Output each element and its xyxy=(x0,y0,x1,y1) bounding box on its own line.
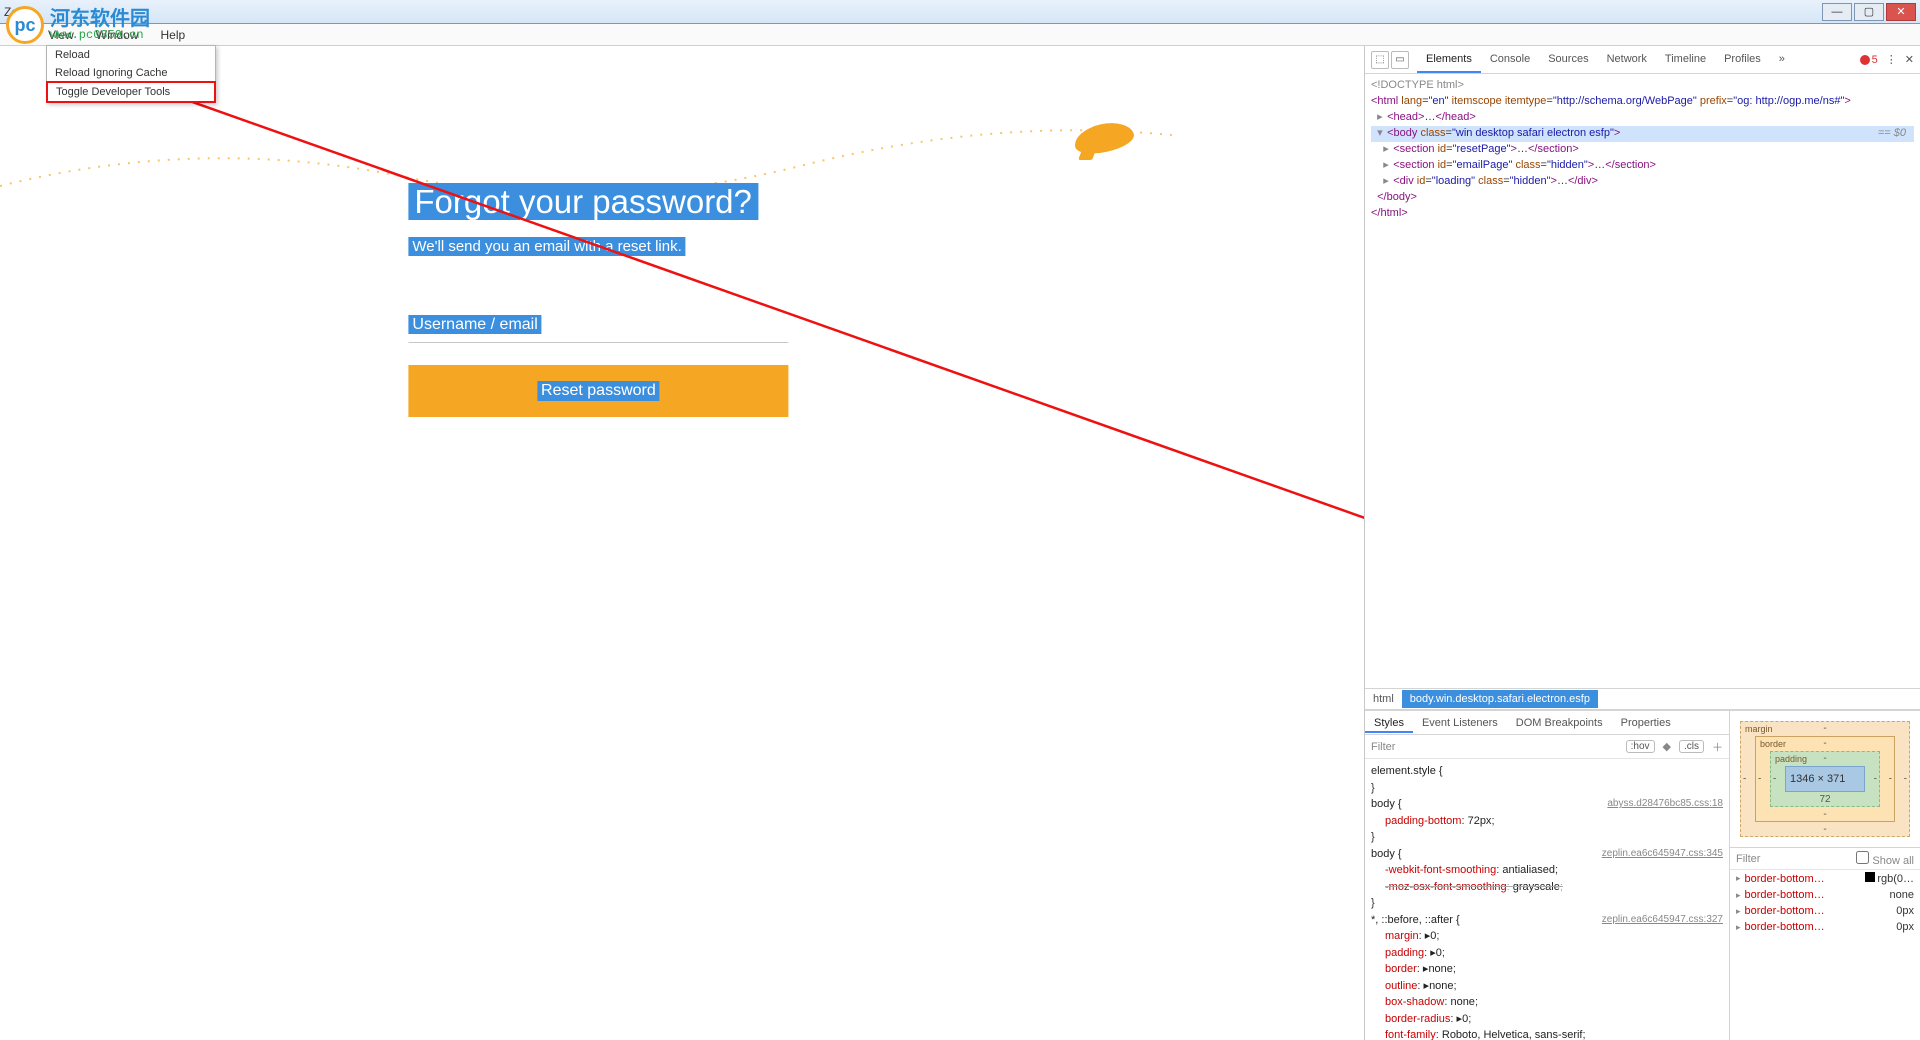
computed-list: Filter Show all ▸border-bottom…rgb(0…▸bo… xyxy=(1730,847,1920,1040)
inspect-icon[interactable]: ⬚ xyxy=(1371,51,1389,69)
menu-item-reload-ignoring-cache[interactable]: Reload Ignoring Cache xyxy=(47,64,215,82)
tab-sources[interactable]: Sources xyxy=(1539,47,1597,73)
window-titlebar: Zeplin — ▢ ✕ xyxy=(0,0,1920,24)
tab-network[interactable]: Network xyxy=(1598,47,1656,73)
css-rule[interactable]: element.style {} xyxy=(1371,763,1723,796)
close-button[interactable]: ✕ xyxy=(1886,3,1916,21)
logo-badge: pc xyxy=(6,6,44,44)
maximize-button[interactable]: ▢ xyxy=(1854,3,1884,21)
logo-text-url: www.pc0359.cn xyxy=(50,29,150,41)
devtools-pane: ⬚ ▭ Elements Console Sources Network Tim… xyxy=(1364,46,1920,1040)
tab-elements[interactable]: Elements xyxy=(1417,47,1481,73)
reset-password-card: Forgot your password? We'll send you an … xyxy=(408,181,788,417)
elements-tree[interactable]: <!DOCTYPE html> <html lang="en" itemscop… xyxy=(1365,74,1920,688)
tab-profiles[interactable]: Profiles xyxy=(1715,47,1770,73)
color-format-icon[interactable]: ◆ xyxy=(1663,740,1671,753)
app-pane: Forgot your password? We'll send you an … xyxy=(0,46,1364,1040)
dom-doctype: <!DOCTYPE html> xyxy=(1371,78,1914,94)
bm-padding-label: padding xyxy=(1775,754,1807,764)
watermark-logo: pc 河东软件园 www.pc0359.cn xyxy=(0,0,220,50)
dom-html-close: </html> xyxy=(1371,206,1914,222)
bm-border-label: border xyxy=(1760,739,1786,749)
view-dropdown: Reload Reload Ignoring Cache Toggle Deve… xyxy=(46,45,216,103)
subtab-event-listeners[interactable]: Event Listeners xyxy=(1413,713,1507,733)
css-rule[interactable]: *, ::before, ::after {zeplin.ea6c645947.… xyxy=(1371,912,1723,1040)
subtab-styles[interactable]: Styles xyxy=(1365,713,1413,733)
crumb-html[interactable]: html xyxy=(1365,690,1402,708)
computed-row[interactable]: ▸border-bottom…0px xyxy=(1730,919,1920,935)
styles-filter-row: Filter :hov ◆ .cls ＋ xyxy=(1365,735,1729,759)
menu-item-toggle-devtools[interactable]: Toggle Developer Tools xyxy=(46,81,216,103)
styles-subtabs: Styles Event Listeners DOM Breakpoints P… xyxy=(1365,711,1729,735)
dom-body-selected[interactable]: ▾<body class="win desktop safari electro… xyxy=(1371,126,1914,142)
error-count-badge[interactable]: 5 xyxy=(1860,54,1878,66)
blimp-icon xyxy=(1074,124,1144,164)
tab-timeline[interactable]: Timeline xyxy=(1656,47,1715,73)
new-rule-icon[interactable]: ＋ xyxy=(1712,739,1723,755)
computed-row[interactable]: ▸border-bottom…none xyxy=(1730,887,1920,903)
reset-password-button[interactable]: Reset password xyxy=(408,365,788,417)
page-title: Forgot your password? xyxy=(408,183,758,220)
username-email-field[interactable]: Username / email xyxy=(408,316,788,343)
styles-rules[interactable]: element.style {}body {abyss.d28476bc85.c… xyxy=(1365,759,1729,1040)
subtab-properties[interactable]: Properties xyxy=(1612,713,1680,733)
logo-text-cn: 河东软件园 xyxy=(50,9,150,29)
dom-section-email[interactable]: ▸<section id="emailPage" class="hidden">… xyxy=(1371,158,1914,174)
computed-filter-label[interactable]: Filter xyxy=(1736,853,1760,865)
css-rule[interactable]: body {zeplin.ea6c645947.css:345-webkit-f… xyxy=(1371,846,1723,912)
field-label: Username / email xyxy=(408,315,541,334)
more-icon[interactable]: ⋮ xyxy=(1886,53,1897,66)
dom-div-loading[interactable]: ▸<div id="loading" class="hidden">…</div… xyxy=(1371,174,1914,190)
tabs-overflow-icon[interactable]: » xyxy=(1770,47,1794,73)
error-count: 5 xyxy=(1872,54,1878,66)
dom-section-reset[interactable]: ▸<section id="resetPage">…</section> xyxy=(1371,142,1914,158)
error-dot-icon xyxy=(1860,55,1870,65)
bm-margin-label: margin xyxy=(1745,724,1773,734)
menubar: View Window Help Reload Reload Ignoring … xyxy=(0,24,1920,46)
dom-head[interactable]: ▸<head>…</head> xyxy=(1371,110,1914,126)
show-all-toggle[interactable]: Show all xyxy=(1856,851,1914,867)
styles-filter-label[interactable]: Filter xyxy=(1371,741,1395,753)
crumb-body[interactable]: body.win.desktop.safari.electron.esfp xyxy=(1402,690,1598,708)
close-devtools-icon[interactable]: ✕ xyxy=(1905,53,1914,66)
reset-password-button-label: Reset password xyxy=(537,381,660,401)
bm-content-size: 1346 × 371 xyxy=(1785,766,1865,792)
dom-html-open: <html lang="en" itemscope itemtype="http… xyxy=(1371,94,1914,110)
breadcrumb: html body.win.desktop.safari.electron.es… xyxy=(1365,688,1920,710)
tab-console[interactable]: Console xyxy=(1481,47,1539,73)
css-rule[interactable]: body {abyss.d28476bc85.css:18padding-bot… xyxy=(1371,796,1723,846)
device-mode-icon[interactable]: ▭ xyxy=(1391,51,1409,69)
dom-body-close: </body> xyxy=(1371,190,1914,206)
computed-row[interactable]: ▸border-bottom…rgb(0… xyxy=(1730,870,1920,887)
computed-row[interactable]: ▸border-bottom…0px xyxy=(1730,903,1920,919)
box-model: margin - - - - border - - - - padding xyxy=(1730,711,1920,847)
subtab-dom-breakpoints[interactable]: DOM Breakpoints xyxy=(1507,713,1612,733)
devtools-toolbar: ⬚ ▭ Elements Console Sources Network Tim… xyxy=(1365,46,1920,74)
hov-toggle[interactable]: :hov xyxy=(1626,740,1655,753)
page-subtitle: We'll send you an email with a reset lin… xyxy=(408,237,685,256)
cls-toggle[interactable]: .cls xyxy=(1679,740,1704,753)
minimize-button[interactable]: — xyxy=(1822,3,1852,21)
